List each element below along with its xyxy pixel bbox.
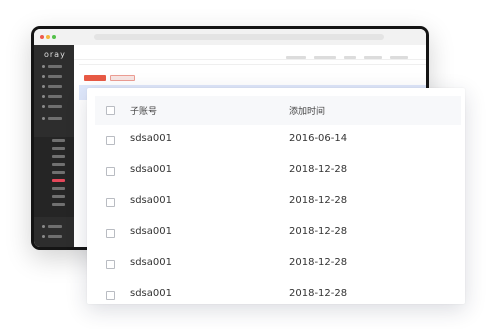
row-checkbox[interactable] [106, 198, 115, 207]
sidebar-item[interactable] [42, 95, 64, 98]
sidebar-item[interactable] [42, 225, 64, 228]
row-checkbox[interactable] [106, 291, 115, 300]
maximize-window-icon[interactable] [52, 35, 56, 39]
row-checkbox[interactable] [106, 260, 115, 269]
sidebar: oray [34, 45, 74, 247]
account-cell: sdsa001 [130, 257, 172, 268]
sidebar-item[interactable] [42, 85, 64, 88]
top-navigation [74, 45, 426, 60]
top-nav-link[interactable] [390, 56, 408, 59]
account-cell: sdsa001 [130, 195, 172, 206]
account-cell: sdsa001 [130, 226, 172, 237]
select-all-checkbox[interactable] [106, 106, 115, 115]
close-window-icon[interactable] [40, 35, 44, 39]
added-time-cell: 2018-12-28 [289, 226, 348, 237]
sidebar-item[interactable] [42, 75, 64, 78]
table-row[interactable]: sdsa001 2016-06-14 [95, 125, 461, 156]
top-nav-link[interactable] [286, 56, 306, 59]
added-time-cell: 2016-06-14 [289, 133, 348, 144]
table-row[interactable]: sdsa001 2018-12-28 [95, 156, 461, 187]
added-time-cell: 2018-12-28 [289, 288, 348, 299]
submenu-item[interactable] [52, 147, 65, 150]
submenu-item[interactable] [52, 155, 65, 158]
account-cell: sdsa001 [130, 164, 172, 175]
table-row[interactable]: sdsa001 2018-12-28 [95, 249, 461, 280]
submenu-item[interactable] [52, 203, 65, 206]
sub-account-table-card: 子账号 添加时间 sdsa001 2016-06-14 sdsa001 2018… [87, 88, 465, 304]
window-titlebar [34, 29, 426, 46]
submenu-item[interactable] [52, 195, 65, 198]
minimize-window-icon[interactable] [46, 35, 50, 39]
added-time-cell: 2018-12-28 [289, 257, 348, 268]
sidebar-submenu [34, 137, 74, 217]
table-row[interactable]: sdsa001 2018-12-28 [95, 280, 461, 304]
top-nav-link[interactable] [344, 56, 356, 59]
added-time-cell: 2018-12-28 [289, 164, 348, 175]
row-checkbox[interactable] [106, 136, 115, 145]
submenu-item[interactable] [52, 171, 65, 174]
column-header-account: 子账号 [130, 107, 158, 117]
submenu-item-active[interactable] [52, 179, 65, 182]
sidebar-item[interactable] [42, 65, 64, 68]
brand-logo: oray [44, 50, 66, 59]
row-checkbox[interactable] [106, 229, 115, 238]
divider [79, 64, 426, 65]
column-header-added-time: 添加时间 [289, 107, 326, 117]
top-nav-link[interactable] [364, 56, 382, 59]
table-row[interactable]: sdsa001 2018-12-28 [95, 218, 461, 249]
table-row[interactable]: sdsa001 2018-12-28 [95, 187, 461, 218]
submenu-item[interactable] [52, 163, 65, 166]
submenu-item[interactable] [52, 187, 65, 190]
submenu-item[interactable] [52, 139, 65, 142]
sidebar-item[interactable] [42, 117, 64, 120]
address-bar[interactable] [94, 34, 384, 40]
added-time-cell: 2018-12-28 [289, 195, 348, 206]
row-checkbox[interactable] [106, 167, 115, 176]
sidebar-item[interactable] [42, 235, 64, 238]
account-cell: sdsa001 [130, 288, 172, 299]
table-header-row: 子账号 添加时间 [95, 96, 461, 125]
secondary-action-button[interactable] [110, 75, 135, 81]
top-nav-link[interactable] [314, 56, 336, 59]
sidebar-item[interactable] [42, 105, 64, 108]
account-cell: sdsa001 [130, 133, 172, 144]
primary-action-button[interactable] [84, 75, 106, 81]
